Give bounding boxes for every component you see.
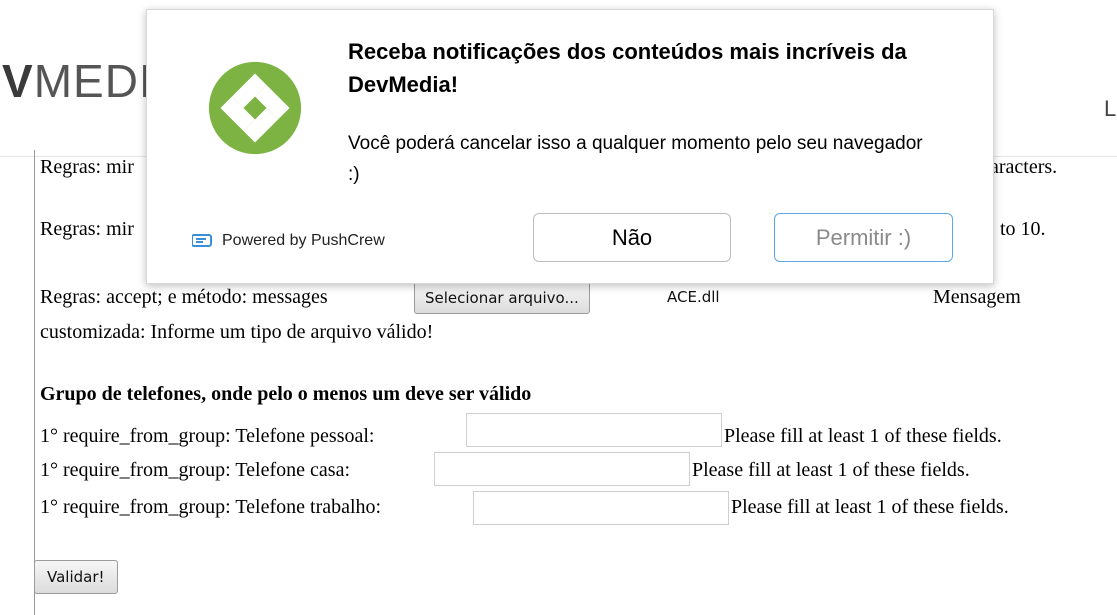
rule-error-2: to 10. bbox=[1000, 218, 1046, 240]
site-logo[interactable]: VMEDI bbox=[2, 58, 153, 104]
phone-error-personal: Please fill at least 1 of these fields. bbox=[724, 425, 1002, 447]
phone-label-work: 1° require_from_group: Telefone trabalho… bbox=[40, 496, 382, 518]
phone-error-home: Please fill at least 1 of these fields. bbox=[692, 459, 970, 481]
rule-text-3: Regras: accept; e método: messages bbox=[40, 286, 328, 308]
header-right-link[interactable]: L bbox=[1104, 96, 1116, 122]
validate-button[interactable]: Validar! bbox=[34, 560, 118, 594]
popup-title: Receba notificações dos conteúdos mais i… bbox=[348, 39, 907, 97]
phone-group-title: Grupo de telefones, onde pelo o menos um… bbox=[40, 383, 532, 405]
rule-error-1: aracters. bbox=[990, 156, 1058, 178]
push-notification-dialog: Receba notificações dos conteúdos mais i… bbox=[146, 9, 994, 284]
rule-text-1: Regras: mir bbox=[40, 156, 134, 178]
file-name: ACE.dll bbox=[667, 288, 720, 306]
powered-by[interactable]: Powered by PushCrew bbox=[192, 232, 385, 250]
devmedia-logo-icon bbox=[208, 61, 302, 155]
phone-home-input[interactable] bbox=[434, 452, 690, 486]
pushcrew-icon bbox=[192, 234, 212, 247]
file-select-button[interactable]: Selecionar arquivo... bbox=[414, 282, 590, 314]
phone-label-home: 1° require_from_group: Telefone casa: bbox=[40, 459, 350, 481]
phone-error-work: Please fill at least 1 of these fields. bbox=[731, 496, 1009, 518]
rule-text-2: Regras: mir bbox=[40, 218, 134, 240]
powered-by-label: Powered by PushCrew bbox=[222, 232, 385, 249]
logo-text: MEDI bbox=[33, 55, 153, 107]
phone-work-input[interactable] bbox=[473, 491, 729, 525]
phone-personal-input[interactable] bbox=[466, 413, 722, 447]
custom-message-text: customizada: Informe um tipo de arquivo … bbox=[40, 321, 434, 343]
custom-message-label: Mensagem bbox=[933, 286, 1021, 308]
logo-prefix: V bbox=[2, 55, 34, 107]
popup-text: Você poderá cancelar isso a qualquer mom… bbox=[348, 133, 923, 185]
phone-label-personal: 1° require_from_group: Telefone pessoal: bbox=[40, 425, 375, 447]
allow-button[interactable]: Permitir :) bbox=[774, 213, 953, 262]
deny-button[interactable]: Não bbox=[533, 213, 731, 262]
